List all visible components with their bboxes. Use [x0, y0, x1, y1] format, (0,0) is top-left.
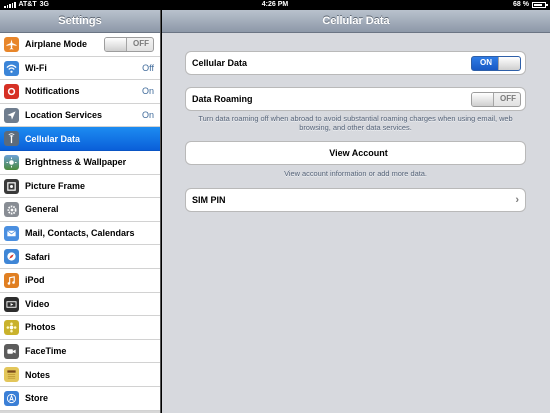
battery-percent: 68 % [513, 1, 529, 8]
airplane-icon [4, 37, 19, 52]
data-roaming-row: Data Roaming OFF [186, 88, 525, 110]
location-icon [4, 107, 19, 123]
sidebar-item-cellular-data[interactable]: Cellular Data [0, 127, 160, 151]
sidebar-item-label: Brightness & Wallpaper [25, 157, 127, 168]
sidebar-title: Settings [58, 15, 102, 27]
switch-knob [105, 38, 127, 51]
data-roaming-group: Data Roaming OFF [185, 87, 526, 111]
sidebar-item-notes[interactable]: Notes [0, 363, 160, 387]
sidebar-item-video[interactable]: Video [0, 292, 160, 317]
switch-state-label: OFF [133, 39, 149, 48]
sidebar-item-label: General [25, 204, 59, 215]
settings-sidebar: Settings Airplane Mode OFF Wi-Fi Off Not… [0, 10, 161, 413]
sidebar-item-label: Location Services [25, 110, 103, 121]
sidebar-item-label: Video [25, 298, 50, 309]
sidebar-item-wifi[interactable]: Wi-Fi Off [0, 56, 160, 81]
facetime-icon [4, 343, 19, 359]
notes-icon [4, 367, 19, 383]
sidebar-item-location-services[interactable]: Location Services On [0, 103, 160, 128]
safari-icon [4, 249, 19, 265]
data-roaming-label: Data Roaming [192, 94, 253, 104]
cellular-icon [4, 131, 19, 147]
notifications-value: On [141, 86, 154, 97]
sidebar-item-label: FaceTime [25, 346, 67, 357]
sidebar-item-notifications[interactable]: Notifications On [0, 80, 160, 104]
wifi-value: Off [142, 62, 154, 73]
sidebar-item-label: Store [25, 393, 49, 404]
airplane-mode-switch[interactable]: OFF [104, 37, 154, 52]
sim-pin-group: SIM PIN › [185, 188, 526, 212]
chevron-right-icon: › [515, 194, 519, 206]
sidebar-navbar: Settings [0, 10, 160, 33]
battery-icon [532, 1, 548, 8]
status-time: 4:26 PM [261, 1, 289, 8]
detail-pane: Cellular Data Cellular Data ON Data Roam… [162, 10, 550, 413]
switch-state-label: ON [480, 58, 492, 67]
sidebar-item-photos[interactable]: Photos [0, 316, 160, 340]
cellular-data-label: Cellular Data [192, 58, 248, 68]
status-right: 68 % [513, 1, 548, 8]
view-account-group: View Account [185, 141, 526, 165]
view-account-label: View Account [329, 148, 388, 158]
switch-state-label: OFF [500, 94, 516, 103]
cellular-data-row: Cellular Data ON [186, 52, 525, 74]
gear-icon [4, 202, 19, 218]
sidebar-item-label: Photos [25, 322, 56, 333]
photos-icon [4, 320, 19, 336]
sidebar-item-brightness-wallpaper[interactable]: Brightness & Wallpaper [0, 150, 160, 175]
wifi-icon [4, 60, 19, 76]
sidebar-item-safari[interactable]: Safari [0, 245, 160, 269]
sidebar-item-picture-frame[interactable]: Picture Frame [0, 174, 160, 199]
sidebar-item-airplane-mode[interactable]: Airplane Mode OFF [0, 33, 160, 57]
page-title: Cellular Data [322, 15, 390, 27]
view-account-button[interactable]: View Account [186, 142, 525, 164]
account-footnote: View account information or add more dat… [284, 169, 427, 178]
ipod-icon [4, 272, 19, 288]
mail-icon [4, 225, 19, 241]
picture-frame-icon [4, 178, 19, 194]
settings-list: Airplane Mode OFF Wi-Fi Off Notification… [0, 33, 160, 411]
sidebar-item-facetime[interactable]: FaceTime [0, 339, 160, 364]
sidebar-item-label: Safari [25, 251, 51, 262]
sidebar-item-label: iPod [25, 275, 45, 286]
status-bar: AT&T 3G 4:26 PM 68 % [0, 0, 550, 10]
switch-knob [498, 57, 520, 70]
cellular-data-group: Cellular Data ON [185, 51, 526, 75]
sidebar-item-general[interactable]: General [0, 198, 160, 222]
data-roaming-switch[interactable]: OFF [471, 92, 521, 107]
video-icon [4, 296, 19, 312]
detail-navbar: Cellular Data [162, 10, 550, 33]
store-icon [4, 390, 19, 406]
sidebar-item-label: Wi-Fi [25, 62, 47, 73]
cellular-data-switch[interactable]: ON [471, 56, 521, 71]
sidebar-item-label: Picture Frame [25, 180, 86, 191]
switch-knob [472, 93, 494, 106]
sidebar-item-label: Notifications [25, 86, 80, 97]
sidebar-item-label: Airplane Mode [25, 39, 88, 50]
sidebar-item-store[interactable]: Store [0, 386, 160, 411]
sidebar-item-mail-contacts-calendars[interactable]: Mail, Contacts, Calendars [0, 221, 160, 246]
sidebar-item-ipod[interactable]: iPod [0, 268, 160, 293]
notifications-icon [4, 84, 19, 100]
sidebar-item-label: Mail, Contacts, Calendars [25, 228, 135, 239]
roaming-footnote: Turn data roaming off when abroad to avo… [198, 114, 513, 132]
sidebar-item-label: Notes [25, 369, 51, 380]
sidebar-item-label: Cellular Data [25, 133, 81, 144]
location-services-value: On [141, 110, 154, 121]
sim-pin-label: SIM PIN [192, 195, 226, 205]
sim-pin-row[interactable]: SIM PIN › [186, 189, 525, 211]
brightness-icon [4, 154, 19, 170]
